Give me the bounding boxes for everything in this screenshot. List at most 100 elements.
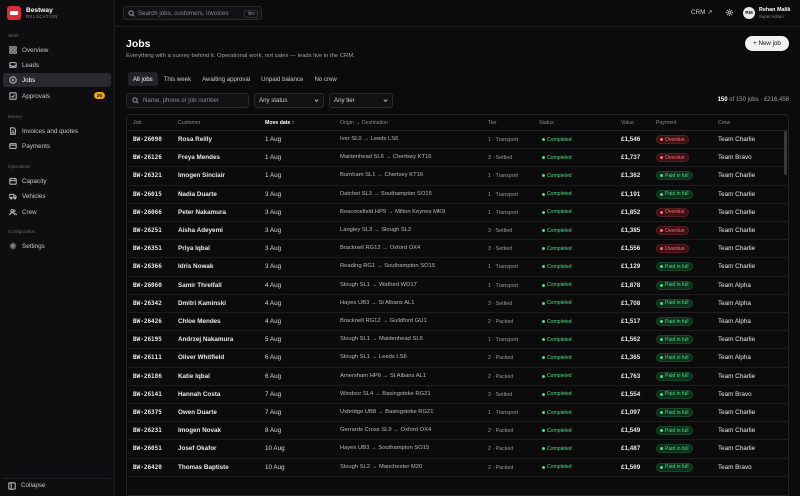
col-header-move-date[interactable]: Move date ↑ xyxy=(265,120,294,126)
payment-dot-icon xyxy=(660,356,663,360)
sidebar-item-overview[interactable]: Overview xyxy=(3,43,111,57)
job-number[interactable]: BW-26375 xyxy=(133,409,162,416)
collapse-sidebar-button[interactable]: Collapse xyxy=(3,478,111,492)
col-header-value[interactable]: Value xyxy=(621,120,634,126)
job-value: £1,878 xyxy=(621,281,641,289)
table-row[interactable]: BW-26015 Nadia Duarte 3 Aug Datchet SL3 → S… xyxy=(127,186,788,204)
payment-badge: Paid in full xyxy=(656,389,693,399)
tab-all-jobs[interactable]: All jobs xyxy=(128,72,158,86)
status-badge: Completed xyxy=(539,299,575,308)
status-pill: Completed xyxy=(539,281,575,290)
global-search[interactable]: ⌘K xyxy=(123,6,262,20)
status-select[interactable]: Any status xyxy=(254,93,324,108)
table-scrollbar[interactable] xyxy=(784,131,787,175)
job-number[interactable]: BW-26186 xyxy=(133,373,162,380)
table-row[interactable]: BW-26090 Rosa Reilly 1 Aug Iver SL0 → Leeds… xyxy=(127,131,788,150)
table-row[interactable]: BW-26060 Samir Threlfall 4 Aug Slough SL1 →… xyxy=(127,277,788,295)
job-number[interactable]: BW-26141 xyxy=(133,391,162,398)
job-number[interactable]: BW-26321 xyxy=(133,172,162,179)
sidebar-item-approvals[interactable]: Approvals 25 xyxy=(3,89,111,103)
payment-label: Paid in full xyxy=(665,336,689,343)
job-search[interactable] xyxy=(126,93,249,108)
customer-name: Owen Duarte xyxy=(178,409,217,416)
table-row[interactable]: BW-26126 Freya Mendes 1 Aug Maidenhead SL6 … xyxy=(127,149,788,168)
sidebar-item-crew[interactable]: Crew xyxy=(3,205,111,219)
col-header-crew[interactable]: Crew xyxy=(718,120,730,126)
table-row[interactable]: BW-26231 Imogen Novak 8 Aug Gerrards Cross … xyxy=(127,422,788,441)
table-row[interactable]: BW-26420 Thomas Baptiste 10 Aug Slough SL2 … xyxy=(127,459,788,477)
user-avatar[interactable]: RM xyxy=(743,7,755,19)
col-header-customer[interactable]: Customer xyxy=(178,120,201,126)
tab-unpaid-balance[interactable]: Unpaid balance xyxy=(256,72,308,86)
table-row[interactable]: BW-26366 Idris Nowak 3 Aug Reading RG1 → So… xyxy=(127,258,788,277)
table-row[interactable]: BW-26321 Imogen Sinclair 1 Aug Burnham SL1 … xyxy=(127,167,788,186)
sidebar-item-settings[interactable]: Settings xyxy=(3,239,111,253)
col-header-job[interactable]: Job xyxy=(133,120,141,126)
payment-dot-icon xyxy=(660,156,663,160)
job-number[interactable]: BW-26366 xyxy=(133,263,162,270)
status-dot-icon xyxy=(542,465,545,469)
table-row[interactable]: BW-26426 Chloe Mendes 4 Aug Bracknell RG12 … xyxy=(127,313,788,332)
table-row[interactable]: BW-26251 Aisha Adeyemi 3 Aug Langley SL3 → … xyxy=(127,222,788,241)
sidebar-item-jobs[interactable]: Jobs xyxy=(3,73,111,87)
job-number[interactable]: BW-26111 xyxy=(133,354,162,361)
crm-link[interactable]: CRM ↗ xyxy=(691,9,712,16)
brand[interactable]: Bestway RELOCATION xyxy=(7,6,58,20)
global-search-input[interactable] xyxy=(138,9,238,17)
tier: 3 · Settled xyxy=(488,300,513,307)
col-header-route[interactable]: Origin → Destination xyxy=(340,120,388,126)
search-icon xyxy=(132,97,139,104)
job-number[interactable]: BW-26342 xyxy=(133,300,162,307)
sidebar-item-capacity[interactable]: Capacity xyxy=(3,174,111,188)
job-number[interactable]: BW-26251 xyxy=(133,227,162,234)
job-number[interactable]: BW-26351 xyxy=(133,245,162,252)
sidebar-item-vehicles[interactable]: Vehicles xyxy=(3,189,111,203)
table-row[interactable]: BW-26342 Dmitri Kaminski 4 Aug Hayes UB3 → … xyxy=(127,295,788,313)
job-number[interactable]: BW-26231 xyxy=(133,427,162,434)
sidebar-item-leads[interactable]: Leads xyxy=(3,58,111,72)
status-pill: Completed xyxy=(539,390,575,399)
status-pill: Completed xyxy=(539,299,575,308)
results-shown: 150 xyxy=(717,97,728,103)
table-row[interactable]: BW-26111 Oliver Whitfield 6 Aug Slough SL1 … xyxy=(127,349,788,368)
table-row[interactable]: BW-26375 Owen Duarte 7 Aug Uxbridge UB8 → B… xyxy=(127,404,788,423)
table-row[interactable]: BW-26195 Andrzej Nakamura 5 Aug Slough SL1 … xyxy=(127,331,788,350)
job-number[interactable]: BW-26015 xyxy=(133,191,162,198)
sidebar-item-label: Capacity xyxy=(22,177,47,185)
sidebar-item-invoices[interactable]: Invoices and quotes xyxy=(3,124,111,138)
customer-name: Josef Okafor xyxy=(178,445,217,453)
route: Bracknell RG12 → Oxford OX4 xyxy=(340,245,421,252)
user-name[interactable]: Rehan Malik xyxy=(759,7,790,13)
job-search-input[interactable] xyxy=(143,97,243,104)
tier-select[interactable]: Any tier xyxy=(329,93,393,108)
status-label: Completed xyxy=(547,318,572,325)
job-number[interactable]: BW-26051 xyxy=(133,445,162,452)
table-row[interactable]: BW-26141 Hannah Costa 7 Aug Windsor SL4 → B… xyxy=(127,386,788,404)
job-number[interactable]: BW-26126 xyxy=(133,154,162,161)
table-row[interactable]: BW-26186 Katie Iqbal 6 Aug Amersham HP6 → S… xyxy=(127,368,788,386)
new-job-button[interactable]: + New job xyxy=(745,36,789,51)
col-header-payment[interactable]: Payment xyxy=(656,120,676,126)
sidebar-item-payments[interactable]: Payments xyxy=(3,139,111,153)
settings-gear-icon[interactable] xyxy=(725,8,734,17)
job-number[interactable]: BW-26195 xyxy=(133,336,162,343)
col-header-status[interactable]: Status xyxy=(539,120,554,126)
job-number[interactable]: BW-26420 xyxy=(133,464,162,471)
status-badge: Completed xyxy=(539,226,575,235)
job-number[interactable]: BW-26066 xyxy=(133,209,162,216)
job-number[interactable]: BW-26426 xyxy=(133,318,162,325)
customer-name: Rosa Reilly xyxy=(178,136,212,143)
crew: Team Charlie xyxy=(718,172,756,180)
payment-label: Paid in full xyxy=(665,300,689,307)
table-row[interactable]: BW-26066 Peter Nakamura 3 Aug Beaconsfield … xyxy=(127,204,788,222)
tab-no-crew[interactable]: No crew xyxy=(309,72,341,86)
job-number[interactable]: BW-26090 xyxy=(133,136,162,143)
table-row[interactable]: BW-26051 Josef Okafor 10 Aug Hayes UB3 → So… xyxy=(127,440,788,459)
job-number[interactable]: BW-26060 xyxy=(133,282,162,289)
payment-badge: Paid in full xyxy=(656,426,693,436)
crew: Team Charlie xyxy=(718,245,756,253)
table-row[interactable]: BW-26351 Priya Iqbal 3 Aug Bracknell RG12 →… xyxy=(127,240,788,259)
col-header-tier[interactable]: Tier xyxy=(488,120,497,126)
tab-awaiting-approval[interactable]: Awaiting approval xyxy=(197,72,255,86)
tab-this-week[interactable]: This week xyxy=(159,72,196,86)
